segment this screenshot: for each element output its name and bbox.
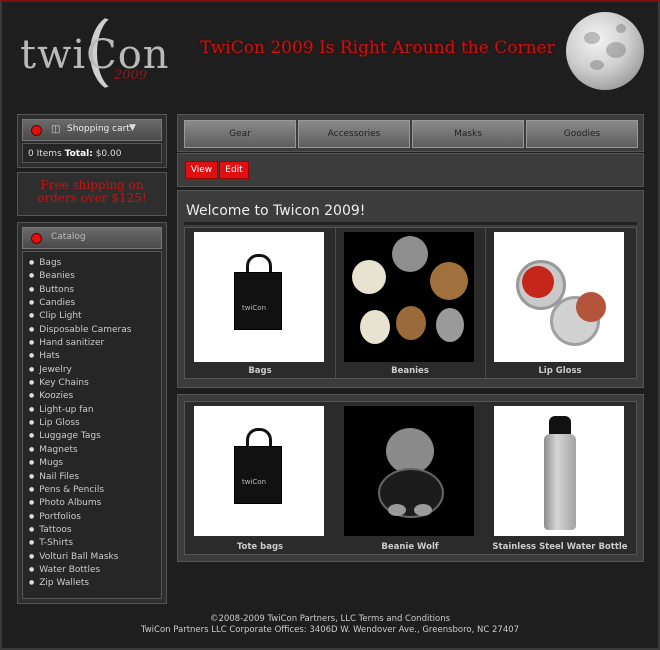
footer-address: TwiCon Partners LLC Corporate Offices: 3…: [140, 625, 520, 635]
tab-goodies[interactable]: Goodies: [526, 120, 638, 148]
shopping-cart-panel: ◫ Shopping cart ▼ 0 Items Total: $0.00: [17, 114, 167, 168]
grid-divider: [335, 228, 336, 378]
free-shipping-text: Free shipping on orders over $125!: [37, 178, 147, 205]
collapse-dot-icon[interactable]: [31, 233, 42, 244]
catalog-item[interactable]: T-Shirts: [29, 536, 161, 549]
tab-gear[interactable]: Gear: [184, 120, 296, 148]
product-grid: twiCon Tote bags Beanie Wolf Stainless S…: [184, 401, 637, 555]
shopping-cart-header[interactable]: ◫ Shopping cart ▼: [22, 119, 162, 141]
page-footer: ©2008-2009 TwiCon Partners, LLC Terms an…: [0, 614, 660, 636]
category-caption[interactable]: Beanies: [335, 366, 485, 376]
catalog-item[interactable]: Photo Albums: [29, 496, 161, 509]
catalog-item[interactable]: Buttons: [29, 283, 161, 296]
view-button[interactable]: View: [185, 161, 218, 179]
tab-accessories[interactable]: Accessories: [298, 120, 410, 148]
water-bottle-image[interactable]: [494, 406, 624, 536]
grid-divider: [485, 228, 486, 378]
catalog-item[interactable]: Zip Wallets: [29, 576, 161, 589]
logo-text: twiCon: [20, 32, 170, 78]
catalog-item[interactable]: Portfolios: [29, 510, 161, 523]
title-divider: [184, 222, 637, 225]
page-actions: View Edit: [177, 153, 644, 187]
product-caption[interactable]: Stainless Steel Water Bottle: [485, 542, 635, 552]
catalog-item[interactable]: Tattoos: [29, 523, 161, 536]
cart-summary[interactable]: 0 Items Total: $0.00: [22, 143, 162, 163]
catalog-item[interactable]: Candies: [29, 296, 161, 309]
collapse-dot-icon[interactable]: [31, 125, 42, 136]
site-logo[interactable]: twiCon 2009: [18, 14, 169, 94]
product-caption[interactable]: Tote bags: [185, 542, 335, 552]
tote-bags-image[interactable]: twiCon: [194, 406, 324, 536]
shopping-cart-title: Shopping cart: [67, 124, 130, 134]
catalog-header[interactable]: Catalog: [22, 227, 162, 249]
edit-button[interactable]: Edit: [219, 161, 249, 179]
catalog-title: Catalog: [51, 232, 86, 242]
page-title: Welcome to Twicon 2009!: [186, 203, 366, 219]
catalog-item[interactable]: Magnets: [29, 443, 161, 456]
catalog-item[interactable]: Jewelry: [29, 363, 161, 376]
top-accent-line: [0, 0, 660, 2]
category-grid: twiCon Bags Beanies Lip Gloss: [184, 227, 637, 379]
main-nav: Gear Accessories Masks Goodies: [177, 114, 644, 152]
cart-total-value: $0.00: [95, 149, 122, 159]
category-caption[interactable]: Bags: [185, 366, 335, 376]
beanies-image[interactable]: [344, 232, 474, 362]
catalog-item[interactable]: Koozies: [29, 389, 161, 402]
welcome-section: Welcome to Twicon 2009! twiCon Bags Bean…: [177, 190, 644, 388]
tab-masks[interactable]: Masks: [412, 120, 524, 148]
header-tagline: TwiCon 2009 Is Right Around the Corner: [200, 38, 555, 58]
catalog-item[interactable]: Lip Gloss: [29, 416, 161, 429]
cart-total-label: Total:: [64, 149, 93, 159]
catalog-item[interactable]: Clip Light: [29, 309, 161, 322]
catalog-item[interactable]: Light-up fan: [29, 403, 161, 416]
catalog-item[interactable]: Beanies: [29, 269, 161, 282]
cart-icon: ◫: [51, 124, 61, 135]
catalog-item[interactable]: Disposable Cameras: [29, 323, 161, 336]
moon-image: [566, 12, 644, 90]
free-shipping-panel: Free shipping on orders over $125!: [17, 172, 167, 216]
catalog-item[interactable]: Luggage Tags: [29, 429, 161, 442]
footer-copyright[interactable]: ©2008-2009 TwiCon Partners, LLC Terms an…: [0, 614, 660, 625]
catalog-item[interactable]: Water Bottles: [29, 563, 161, 576]
beanie-wolf-image[interactable]: [344, 406, 474, 536]
catalog-item[interactable]: Bags: [29, 256, 161, 269]
catalog-item[interactable]: Hats: [29, 349, 161, 362]
catalog-panel: Catalog Bags Beanies Buttons Candies Cli…: [17, 222, 167, 604]
products-section: twiCon Tote bags Beanie Wolf Stainless S…: [177, 394, 644, 562]
catalog-item[interactable]: Nail Files: [29, 470, 161, 483]
lip-gloss-image[interactable]: [494, 232, 624, 362]
catalog-item[interactable]: Key Chains: [29, 376, 161, 389]
catalog-item[interactable]: Mugs: [29, 456, 161, 469]
chevron-down-icon[interactable]: ▼: [129, 123, 136, 133]
catalog-item[interactable]: Hand sanitizer: [29, 336, 161, 349]
cart-items-count: 0 Items: [28, 149, 62, 159]
bags-image[interactable]: twiCon: [194, 232, 324, 362]
category-caption[interactable]: Lip Gloss: [485, 366, 635, 376]
logo-year: 2009: [114, 68, 148, 83]
catalog-list: Bags Beanies Buttons Candies Clip Light …: [22, 251, 162, 599]
catalog-item[interactable]: Volturi Ball Masks: [29, 550, 161, 563]
catalog-item[interactable]: Pens & Pencils: [29, 483, 161, 496]
product-caption[interactable]: Beanie Wolf: [335, 542, 485, 552]
